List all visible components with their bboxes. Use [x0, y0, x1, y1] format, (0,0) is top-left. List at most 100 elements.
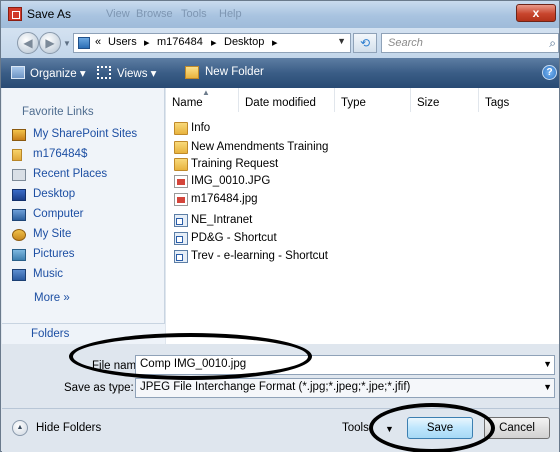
search-placeholder: Search [388, 37, 423, 49]
list-item[interactable]: New Amendments Training [166, 139, 559, 156]
file-name: PD&G - Shortcut [191, 232, 277, 244]
folder-icon [174, 158, 188, 171]
search-input[interactable]: Search ⌕ [381, 33, 559, 53]
fav-label: Computer [33, 208, 84, 220]
sort-ascending-icon: ▲ [202, 88, 210, 97]
new-folder-icon [185, 66, 199, 79]
list-item[interactable]: Info [166, 120, 559, 137]
title-bar: Save As View Browse Tools Help x [1, 1, 559, 28]
fav-item-sharepoint[interactable]: My SharePoint Sites [12, 127, 162, 143]
file-name: Info [191, 122, 211, 134]
fav-label: My SharePoint Sites [33, 128, 138, 140]
list-item[interactable]: PD&G - Shortcut [166, 230, 559, 247]
divider [2, 408, 559, 409]
column-header-name[interactable]: ▲ Name [166, 88, 239, 112]
help-icon[interactable]: ? [542, 65, 557, 80]
breadcrumb-separator[interactable]: ▸ [144, 36, 150, 49]
tools-button[interactable]: Tools [342, 422, 369, 434]
annotation-ellipse-file-name [69, 333, 312, 380]
list-item[interactable]: Trev - e-learning - Shortcut [166, 248, 559, 265]
organize-button[interactable]: Organize ▾ [30, 66, 86, 80]
fav-label: Music [33, 268, 64, 280]
new-folder-button[interactable]: New Folder [205, 66, 264, 78]
column-header-tags[interactable]: Tags [479, 88, 559, 112]
chevron-down-icon[interactable]: ▼ [543, 359, 552, 369]
folder-icon [174, 141, 188, 154]
list-item[interactable]: IMG_0010.JPG [166, 173, 559, 190]
fav-label: Recent Places [33, 168, 108, 180]
command-bar: Organize ▾ Views ▾ New Folder ? [1, 58, 559, 88]
breadcrumb-desktop[interactable]: Desktop [224, 36, 264, 48]
recent-pages-dropdown-icon[interactable]: ▼ [63, 39, 71, 48]
views-button[interactable]: Views ▾ [117, 66, 156, 80]
image-file-icon [174, 193, 188, 206]
views-icon [97, 66, 111, 79]
more-links-button[interactable]: More » [34, 292, 70, 304]
column-header-size[interactable]: Size [411, 88, 479, 112]
breadcrumb-user-folder[interactable]: m176484 [157, 36, 203, 48]
column-label: Name [172, 97, 203, 109]
list-item[interactable]: NE_Intranet [166, 212, 559, 229]
pictures-icon [12, 249, 26, 261]
refresh-button[interactable]: ⟲ [353, 33, 377, 53]
sharepoint-icon [12, 129, 26, 141]
column-label: Type [341, 97, 366, 109]
file-name: Trev - e-learning - Shortcut [191, 250, 328, 262]
ghost-menu-item: View [106, 8, 130, 20]
save-type-select[interactable]: JPEG File Interchange Format (*.jpg;*.jp… [135, 378, 555, 398]
app-icon [8, 7, 22, 21]
fav-label: Desktop [33, 188, 76, 200]
fav-item-computer[interactable]: Computer [12, 207, 162, 223]
column-label: Tags [485, 97, 510, 109]
organize-icon [11, 66, 25, 79]
fav-item-my-site[interactable]: My Site [12, 227, 162, 243]
back-button[interactable]: ◀ [17, 32, 39, 54]
desktop-icon [12, 189, 26, 201]
favorite-links-pane: Favorite Links My SharePoint Sites m1764… [2, 88, 165, 344]
column-label: Date modified [245, 97, 316, 109]
image-file-icon [174, 175, 188, 188]
folder-location-icon [78, 37, 90, 49]
fav-item-pictures[interactable]: Pictures [12, 247, 162, 263]
save-as-dialog: Save As View Browse Tools Help x ◀ ▶ ▼ «… [0, 0, 560, 452]
close-button[interactable]: x [516, 4, 556, 22]
list-item[interactable]: m176484.jpg [166, 191, 559, 208]
folders-label: Folders [31, 328, 70, 340]
list-item[interactable]: Training Request [166, 156, 559, 173]
file-name: IMG_0010.JPG [191, 175, 271, 187]
shortcut-icon [174, 232, 188, 245]
fav-label: m176484$ [33, 148, 88, 160]
favorite-links-header: Favorite Links [22, 106, 94, 118]
save-type-label: Save as type: [64, 382, 134, 394]
file-name: NE_Intranet [191, 214, 253, 226]
computer-icon [12, 209, 26, 221]
ghost-menu-item: Browse [136, 8, 173, 20]
folder-icon [174, 122, 188, 135]
address-bar[interactable]: « Users ▸ m176484 ▸ Desktop ▸ ▼ [73, 33, 351, 53]
search-icon[interactable]: ⌕ [549, 36, 556, 51]
hide-folders-label: Hide Folders [36, 422, 102, 434]
address-dropdown-icon[interactable]: ▼ [337, 36, 346, 46]
fav-item-music[interactable]: Music [12, 267, 162, 283]
file-name: New Amendments Training [191, 141, 329, 153]
forward-button[interactable]: ▶ [39, 32, 61, 54]
annotation-ellipse-save [369, 403, 495, 452]
fav-label: My Site [33, 228, 72, 240]
file-name: m176484.jpg [191, 193, 258, 205]
music-icon [12, 269, 26, 281]
breadcrumb-users[interactable]: Users [108, 36, 137, 48]
fav-item-user-folder[interactable]: m176484$ [12, 147, 162, 163]
breadcrumb-separator[interactable]: ▸ [272, 36, 278, 49]
dialog-title: Save As [27, 7, 72, 21]
user-folder-icon [12, 149, 22, 161]
chevron-down-icon[interactable]: ▼ [543, 382, 552, 392]
hide-folders-button[interactable]: ▲ Hide Folders [12, 420, 132, 436]
column-header-type[interactable]: Type [335, 88, 411, 112]
fav-item-desktop[interactable]: Desktop [12, 187, 162, 203]
ghost-menu-item: Help [219, 8, 242, 20]
breadcrumb-separator[interactable]: ▸ [211, 36, 217, 49]
shortcut-icon [174, 250, 188, 263]
column-header-date-modified[interactable]: Date modified [239, 88, 335, 112]
fav-item-recent-places[interactable]: Recent Places [12, 167, 162, 183]
breadcrumb-overflow[interactable]: « [95, 36, 101, 48]
